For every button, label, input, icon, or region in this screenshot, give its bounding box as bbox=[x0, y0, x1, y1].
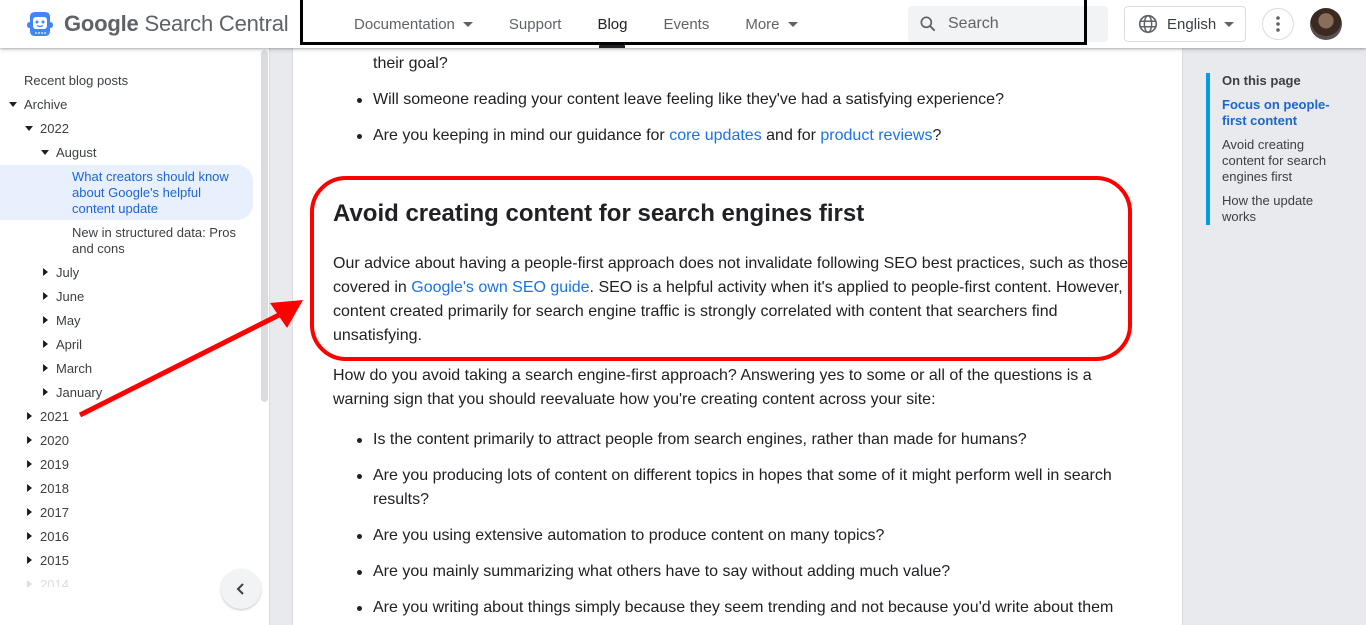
expand-right-icon[interactable] bbox=[43, 340, 48, 348]
expand-right-icon[interactable] bbox=[27, 580, 32, 588]
user-avatar[interactable] bbox=[1310, 8, 1342, 40]
site-logo[interactable]: Google Search Central bbox=[24, 8, 289, 40]
bullet bbox=[357, 438, 362, 443]
expand-right-icon[interactable] bbox=[27, 556, 32, 564]
expand-right-icon[interactable] bbox=[43, 316, 48, 324]
expand-right-icon[interactable] bbox=[27, 412, 32, 420]
paragraph-line: covered in Google's own SEO guide. SEO i… bbox=[333, 276, 1123, 300]
sidebar-post[interactable]: New in structured data: Pros and cons bbox=[72, 225, 247, 257]
bullet bbox=[357, 134, 362, 139]
sidebar-recent-posts[interactable]: Recent blog posts bbox=[24, 73, 128, 88]
paragraph-tail: their goal? bbox=[373, 55, 448, 72]
toc-indicator-bar bbox=[1206, 73, 1210, 225]
list-item: Will someone reading your content leave … bbox=[373, 91, 1004, 108]
left-sidebar: Recent blog posts Archive 2022 August Wh… bbox=[0, 48, 270, 625]
expand-down-icon[interactable] bbox=[41, 150, 49, 155]
expand-right-icon[interactable] bbox=[27, 508, 32, 516]
expand-right-icon[interactable] bbox=[43, 364, 48, 372]
article-content: their goal? Will someone reading your co… bbox=[294, 48, 1182, 625]
sidebar-month[interactable]: April bbox=[56, 337, 82, 352]
sidebar-year[interactable]: 2021 bbox=[40, 409, 69, 424]
sidebar-year[interactable]: 2015 bbox=[40, 553, 69, 568]
list-item-continuation: results? bbox=[373, 491, 430, 508]
toc-item-focus-people-first[interactable]: Focus on people-first content bbox=[1222, 97, 1342, 129]
text: . SEO is a helpful activity when it's ap… bbox=[589, 279, 1123, 296]
toc-item-how-update-works[interactable]: How the update works bbox=[1222, 193, 1342, 225]
text: ? bbox=[932, 127, 942, 144]
sidebar-active-post[interactable]: What creators should know about Google's… bbox=[72, 169, 242, 217]
expand-right-icon[interactable] bbox=[43, 388, 48, 396]
sidebar-month[interactable]: March bbox=[56, 361, 92, 376]
sidebar-year[interactable]: 2020 bbox=[40, 433, 69, 448]
link-product-reviews[interactable]: product reviews bbox=[820, 127, 932, 144]
paragraph-line: warning sign that you should reevaluate … bbox=[333, 391, 936, 408]
robot-logo-icon bbox=[27, 12, 53, 36]
expand-right-icon[interactable] bbox=[27, 460, 32, 468]
sidebar-month[interactable]: May bbox=[56, 313, 81, 328]
sidebar-year[interactable]: 2017 bbox=[40, 505, 69, 520]
bullet bbox=[357, 570, 362, 575]
toc-title: On this page bbox=[1222, 73, 1301, 88]
collapse-sidebar-button[interactable] bbox=[221, 569, 261, 609]
sidebar-archive[interactable]: Archive bbox=[24, 97, 67, 112]
chevron-left-icon bbox=[236, 583, 244, 595]
more-vert-icon bbox=[1276, 16, 1280, 32]
sidebar-month[interactable]: January bbox=[56, 385, 102, 400]
text: and for bbox=[761, 127, 821, 144]
expand-right-icon[interactable] bbox=[27, 436, 32, 444]
expand-right-icon[interactable] bbox=[43, 268, 48, 276]
site-title: Google Search Central bbox=[64, 11, 289, 37]
list-item: Are you mainly summarizing what others h… bbox=[373, 563, 951, 580]
sidebar-month-august[interactable]: August bbox=[56, 145, 96, 160]
text: covered in bbox=[333, 279, 412, 296]
sidebar-year[interactable]: 2016 bbox=[40, 529, 69, 544]
bullet bbox=[357, 98, 362, 103]
top-header: Google Search Central Documentation Supp… bbox=[0, 0, 1366, 48]
paragraph-line: Our advice about having a people-first a… bbox=[333, 255, 1129, 272]
link-core-updates[interactable]: core updates bbox=[669, 127, 762, 144]
bullet bbox=[357, 534, 362, 539]
section-heading: Avoid creating content for search engine… bbox=[333, 200, 865, 227]
sidebar-scrollbar[interactable] bbox=[261, 50, 268, 402]
list-item: Are you producing lots of content on dif… bbox=[373, 467, 1112, 484]
sidebar-year[interactable]: 2014 bbox=[40, 577, 69, 587]
expand-right-icon[interactable] bbox=[27, 532, 32, 540]
toc-item-avoid-search-first[interactable]: Avoid creating content for search engine… bbox=[1222, 137, 1342, 185]
expand-right-icon[interactable] bbox=[27, 484, 32, 492]
expand-down-icon[interactable] bbox=[25, 126, 33, 131]
expand-right-icon[interactable] bbox=[43, 292, 48, 300]
paragraph-line: unsatisfying. bbox=[333, 327, 422, 344]
bullet bbox=[357, 606, 362, 611]
caret-down-icon bbox=[1224, 21, 1235, 27]
bullet bbox=[357, 474, 362, 479]
sidebar-year-2022[interactable]: 2022 bbox=[40, 121, 69, 136]
language-label: English bbox=[1167, 15, 1217, 33]
globe-icon bbox=[1138, 14, 1158, 34]
expand-down-icon[interactable] bbox=[9, 102, 17, 107]
sidebar-year[interactable]: 2019 bbox=[40, 457, 69, 472]
text: Are you keeping in mind our guidance for bbox=[373, 127, 670, 144]
annotation-nav-outline bbox=[300, 0, 1087, 45]
more-options-button[interactable] bbox=[1262, 8, 1294, 40]
paragraph-line: How do you avoid taking a search engine-… bbox=[333, 367, 1092, 384]
left-gutter bbox=[270, 48, 293, 625]
paragraph-line: content created primarily for search eng… bbox=[333, 303, 1058, 320]
language-selector[interactable]: English bbox=[1124, 6, 1246, 42]
link-seo-guide[interactable]: Google's own SEO guide bbox=[411, 279, 589, 296]
list-item: Is the content primarily to attract peop… bbox=[373, 431, 1027, 448]
sidebar-month[interactable]: July bbox=[56, 265, 79, 280]
list-item: Are you writing about things simply beca… bbox=[373, 599, 1114, 616]
list-item: Are you using extensive automation to pr… bbox=[373, 527, 885, 544]
sidebar-year[interactable]: 2018 bbox=[40, 481, 69, 496]
list-item: Are you keeping in mind our guidance for… bbox=[373, 124, 941, 148]
logo-text-google: Google bbox=[64, 11, 139, 36]
sidebar-month[interactable]: June bbox=[56, 289, 84, 304]
logo-text-search-central: Search Central bbox=[144, 11, 289, 36]
